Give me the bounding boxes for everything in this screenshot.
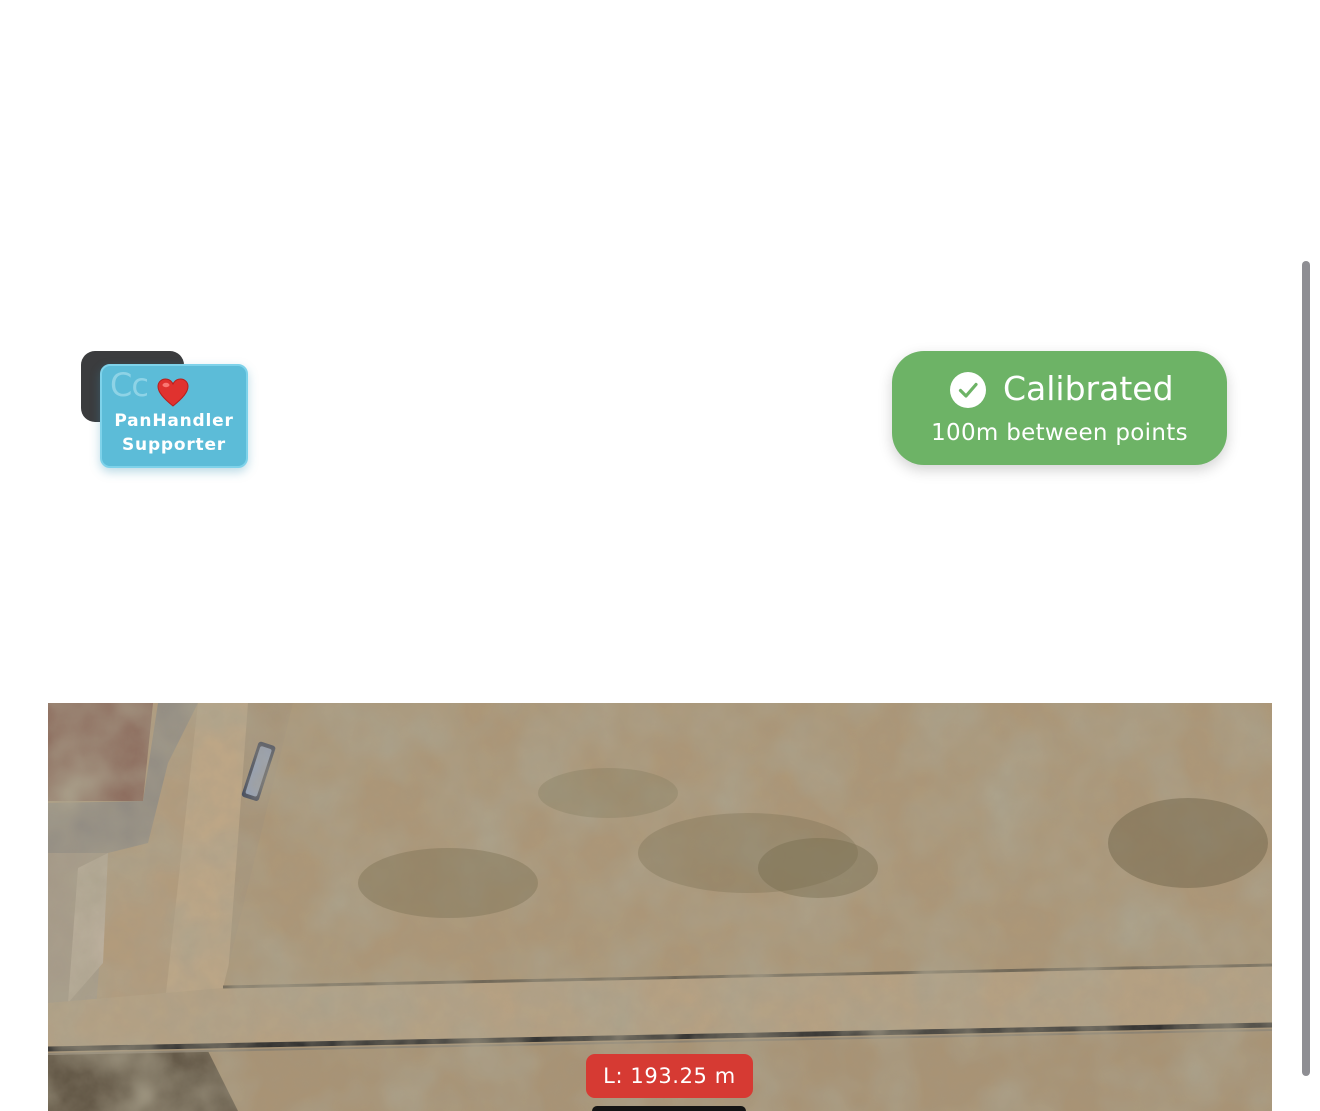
badge-label: PanHandler Supporter xyxy=(100,409,248,457)
badge-label-line1: PanHandler xyxy=(114,411,234,431)
measurement-secondary-label[interactable] xyxy=(592,1106,746,1111)
screen: Cc PanHandler Supporter Calibrated 100m … xyxy=(0,0,1320,1111)
badge-label-line2: Supporter xyxy=(122,435,226,455)
vertical-scrollbar[interactable] xyxy=(1302,261,1310,1076)
heart-icon xyxy=(157,378,189,407)
map-imagery xyxy=(48,703,1272,1111)
check-circle-icon xyxy=(950,372,986,408)
calibration-subtitle: 100m between points xyxy=(931,420,1188,446)
satellite-map[interactable] xyxy=(48,703,1272,1111)
measurement-label[interactable]: L: 193.25 m xyxy=(586,1054,753,1098)
badge-overlay-text: Cc xyxy=(110,366,149,404)
calibration-title: Calibrated xyxy=(1003,369,1174,408)
calibration-status-pill[interactable]: Calibrated 100m between points xyxy=(892,351,1227,465)
